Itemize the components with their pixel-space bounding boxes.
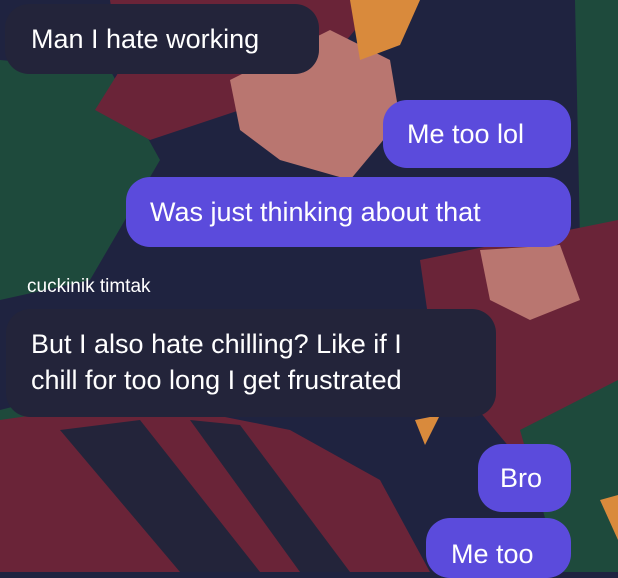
message-text: Bro: [500, 463, 543, 493]
message-bubble-incoming[interactable]: Man I hate working: [5, 4, 319, 74]
message-bubble-outgoing[interactable]: Me too lol: [383, 100, 571, 168]
message-text: Me too lol: [407, 119, 525, 149]
message-text-line: chill for too long I get frustrated: [31, 365, 402, 395]
message-bubble-outgoing[interactable]: Bro: [478, 444, 571, 512]
message-text-line: But I also hate chilling? Like if I: [31, 329, 402, 359]
message-bubble-outgoing[interactable]: Was just thinking about that: [126, 177, 571, 247]
message-text: Me too: [451, 539, 534, 569]
message-bubble-outgoing[interactable]: Me too: [426, 518, 571, 578]
sender-name: cuckinik timtak: [27, 276, 151, 297]
message-text: Was just thinking about that: [150, 197, 481, 227]
message-text: Man I hate working: [31, 24, 260, 54]
message-bubble-incoming[interactable]: But I also hate chilling? Like if I chil…: [6, 309, 496, 417]
